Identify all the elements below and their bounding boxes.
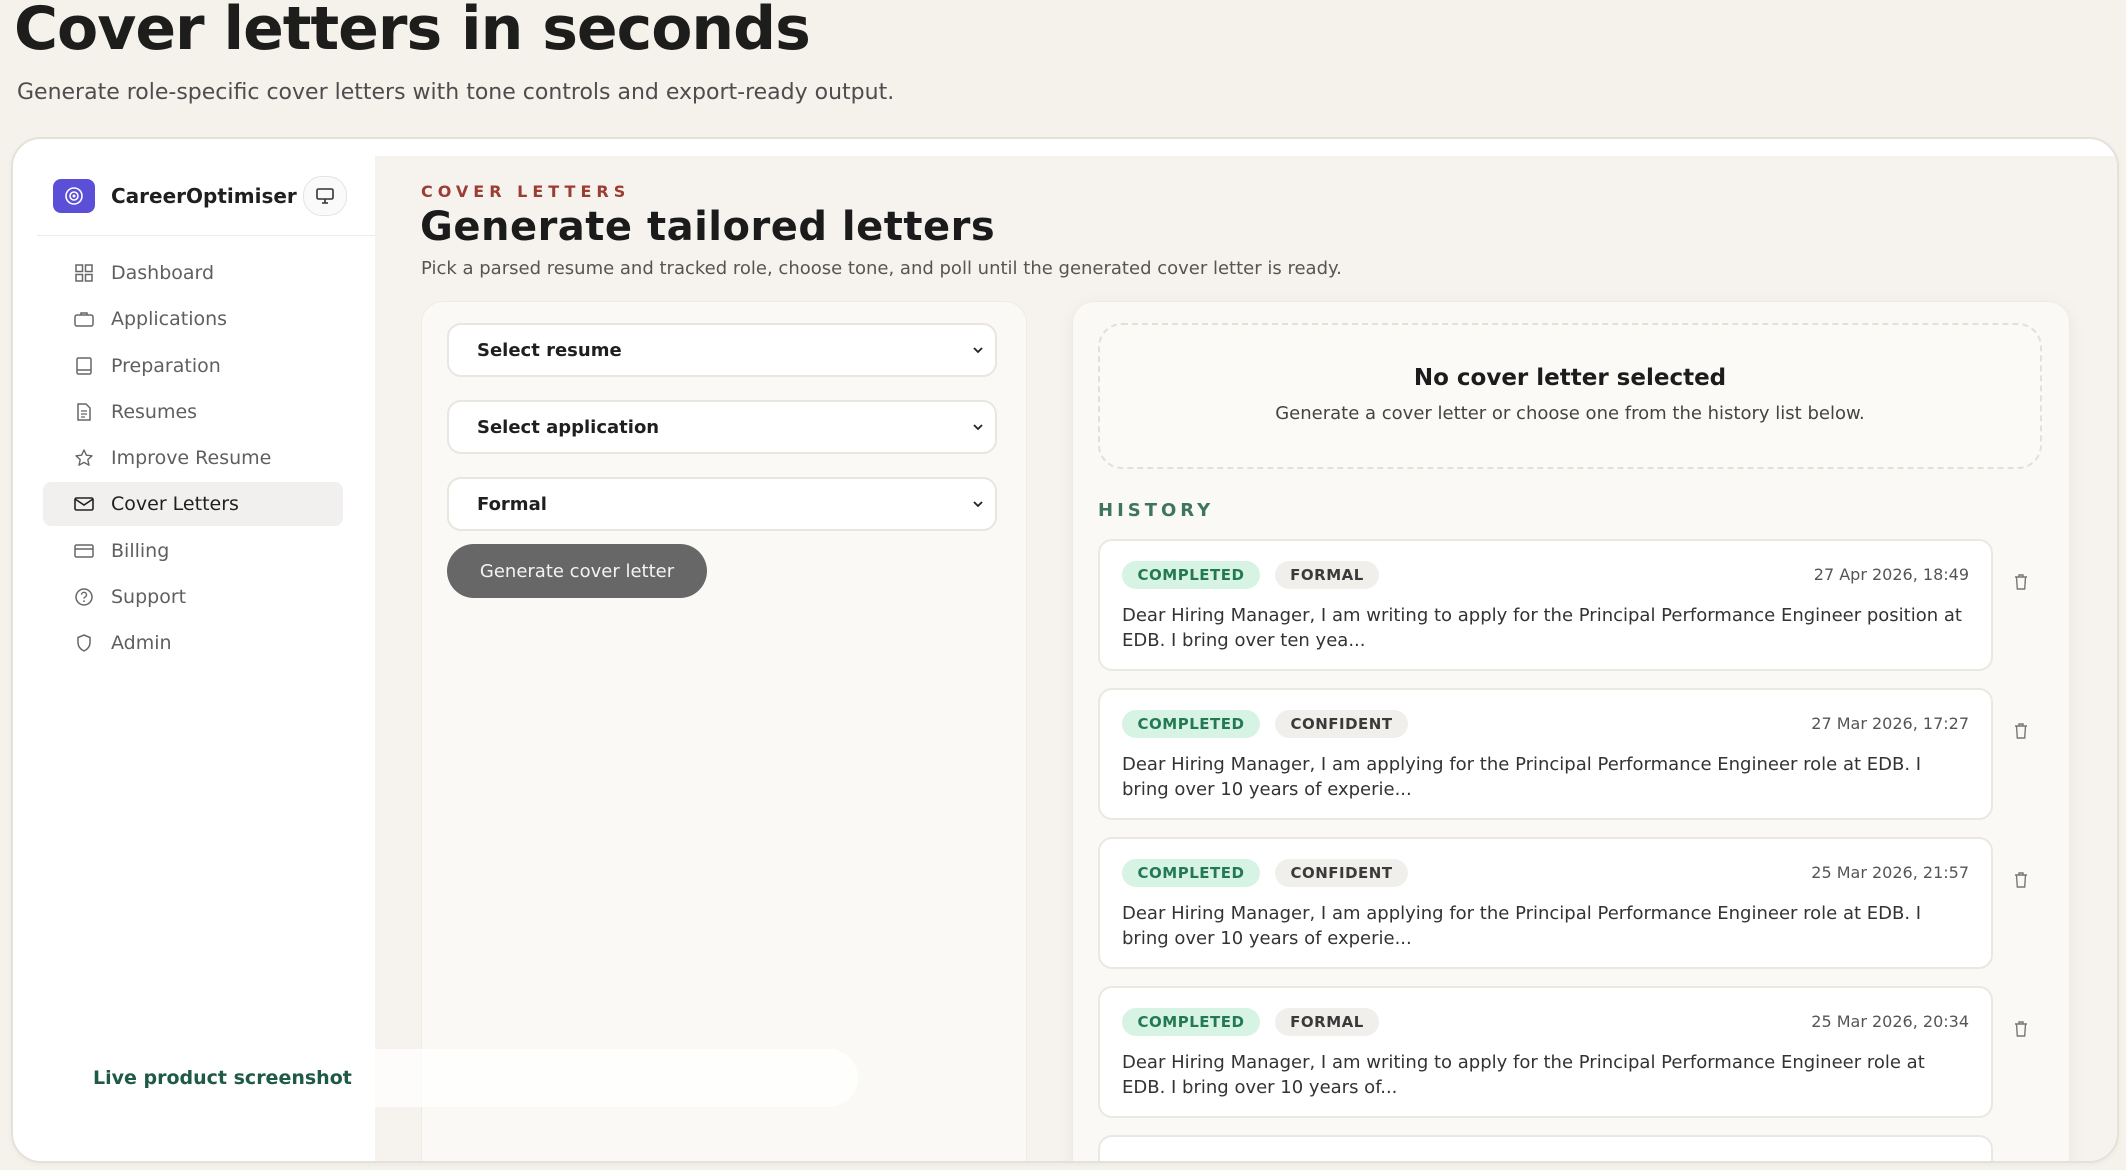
- shield-icon: [71, 632, 97, 654]
- status-badge: COMPLETED: [1122, 859, 1260, 887]
- generator-form: Select resume Select application Formal …: [421, 301, 1027, 1161]
- main-content: COVER LETTERS Generate tailored letters …: [375, 156, 2117, 1161]
- sidebar-item-label: Admin: [111, 632, 172, 655]
- book-icon: [71, 355, 97, 377]
- history-date: 25 Mar 2026, 21:57: [1811, 863, 1969, 882]
- sidebar-item-label: Cover Letters: [111, 493, 239, 516]
- sidebar-nav: Dashboard Applications Preparation Resum…: [43, 251, 375, 668]
- history-date: 25 Mar 2026, 20:34: [1811, 1012, 1969, 1031]
- help-circle-icon: [71, 586, 97, 608]
- history-excerpt: Dear Hiring Manager, I am applying for t…: [1122, 903, 1922, 949]
- delete-icon[interactable]: [2013, 573, 2029, 591]
- history-item[interactable]: COMPLETED FORMAL 27 Apr 2026, 18:49 Dear…: [1098, 539, 1993, 671]
- sidebar: CareerOptimiser Dashboard Applications P…: [13, 139, 375, 1161]
- grid-icon: [71, 262, 97, 284]
- sidebar-item-label: Dashboard: [111, 262, 215, 284]
- hero-title: Cover letters in seconds: [14, 0, 811, 64]
- briefcase-icon: [71, 308, 97, 330]
- sidebar-item-dashboard[interactable]: Dashboard: [43, 251, 343, 295]
- delete-icon[interactable]: [2013, 1020, 2029, 1038]
- star-icon: [71, 447, 97, 469]
- chevron-down-icon: [973, 501, 983, 508]
- monitor-icon: [316, 188, 334, 204]
- status-badge: COMPLETED: [1122, 710, 1260, 738]
- sidebar-item-billing[interactable]: Billing: [43, 529, 343, 573]
- page-subtitle: Pick a parsed resume and tracked role, c…: [421, 258, 1342, 279]
- history-item[interactable]: COMPLETED CONFIDENT 27 Mar 2026, 17:27 D…: [1098, 688, 1993, 820]
- empty-state-title: No cover letter selected: [1413, 365, 1727, 391]
- history-excerpt: Dear Hiring Manager, I am writing to app…: [1122, 605, 1962, 651]
- display-toggle-button[interactable]: [303, 176, 347, 216]
- credit-card-icon: [71, 540, 97, 562]
- sidebar-item-resumes[interactable]: Resumes: [43, 390, 343, 434]
- tone-badge: FORMAL: [1275, 561, 1379, 589]
- history-date: 27 Apr 2026, 18:49: [1813, 565, 1969, 584]
- empty-state: No cover letter selected Generate a cove…: [1098, 323, 2042, 469]
- history-item[interactable]: COMPLETED CONFIDENT 25 Mar 2026, 21:57 D…: [1098, 837, 1993, 969]
- tone-badge: CONFIDENT: [1275, 710, 1408, 738]
- tone-badge: CONFIDENT: [1275, 859, 1408, 887]
- sidebar-item-label: Resumes: [111, 400, 198, 423]
- status-badge: COMPLETED: [1122, 1008, 1260, 1036]
- generate-cover-letter-button[interactable]: Generate cover letter: [447, 544, 707, 598]
- sidebar-item-label: Preparation: [111, 354, 221, 377]
- brand[interactable]: CareerOptimiser: [53, 179, 297, 213]
- history-heading: HISTORY: [1098, 500, 1215, 521]
- live-screenshot-label: Live product screenshot: [93, 1067, 352, 1089]
- history-item-partial[interactable]: [1098, 1135, 1993, 1161]
- tone-select-value: Formal: [477, 493, 547, 515]
- chevron-down-icon: [973, 424, 983, 431]
- sidebar-item-cover-letters[interactable]: Cover Letters: [43, 482, 343, 527]
- hero-subtitle: Generate role-specific cover letters wit…: [17, 80, 895, 105]
- sidebar-item-label: Applications: [111, 308, 228, 331]
- document-icon: [71, 401, 97, 423]
- sidebar-item-label: Billing: [111, 539, 170, 562]
- tone-select[interactable]: Formal: [447, 477, 997, 531]
- history-item[interactable]: COMPLETED FORMAL 25 Mar 2026, 20:34 Dear…: [1098, 986, 1993, 1118]
- app-frame: CareerOptimiser Dashboard Applications P…: [11, 137, 2119, 1163]
- page-title: Generate tailored letters: [420, 204, 996, 250]
- resume-select-value: Select resume: [477, 339, 622, 361]
- empty-state-subtitle: Generate a cover letter or choose one fr…: [1275, 403, 1865, 424]
- application-select[interactable]: Select application: [447, 400, 997, 454]
- cover-letter-panel: No cover letter selected Generate a cove…: [1072, 301, 2070, 1161]
- brand-name: CareerOptimiser: [111, 184, 297, 208]
- sidebar-item-label: Improve Resume: [111, 447, 272, 470]
- resume-select[interactable]: Select resume: [447, 323, 997, 377]
- delete-icon[interactable]: [2013, 871, 2029, 889]
- sidebar-item-support[interactable]: Support: [43, 575, 343, 619]
- chevron-down-icon: [973, 347, 983, 354]
- brand-logo-icon: [53, 179, 95, 213]
- status-badge: COMPLETED: [1122, 561, 1260, 589]
- section-eyebrow: COVER LETTERS: [421, 182, 631, 201]
- history-excerpt: Dear Hiring Manager, I am writing to app…: [1122, 1052, 1925, 1098]
- application-select-value: Select application: [477, 416, 660, 438]
- sidebar-item-admin[interactable]: Admin: [43, 621, 343, 665]
- sidebar-item-improve-resume[interactable]: Improve Resume: [43, 436, 343, 480]
- sidebar-divider: [37, 235, 375, 236]
- delete-icon[interactable]: [2013, 722, 2029, 740]
- sidebar-item-applications[interactable]: Applications: [43, 297, 343, 341]
- tone-badge: FORMAL: [1275, 1008, 1379, 1036]
- history-date: 27 Mar 2026, 17:27: [1811, 714, 1969, 733]
- mail-icon: [71, 493, 97, 515]
- sidebar-item-preparation[interactable]: Preparation: [43, 344, 343, 388]
- sidebar-item-label: Support: [111, 586, 187, 609]
- history-excerpt: Dear Hiring Manager, I am applying for t…: [1122, 754, 1922, 800]
